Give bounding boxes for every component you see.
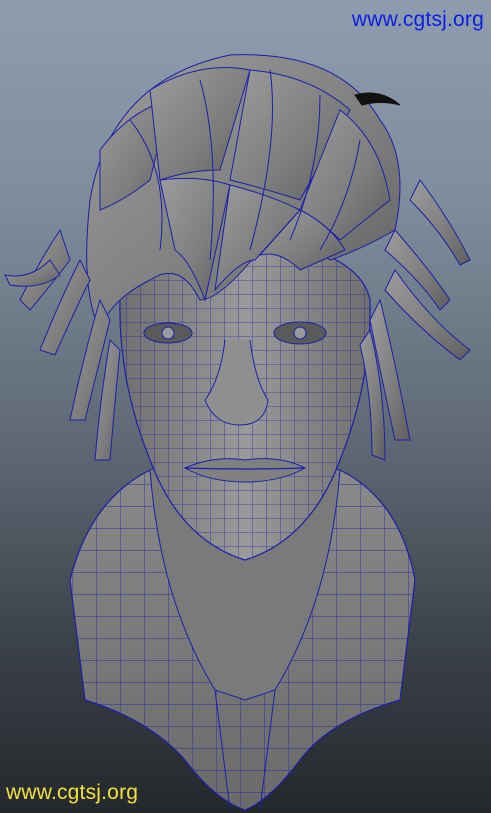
head-model-wireframe xyxy=(4,54,471,811)
watermark-top: www.cgtsj.org xyxy=(351,8,484,31)
watermark-bottom: www.cgtsj.org xyxy=(6,781,139,804)
3d-viewport[interactable]: www.cgtsj.org www.cgtsj.org xyxy=(0,0,491,813)
